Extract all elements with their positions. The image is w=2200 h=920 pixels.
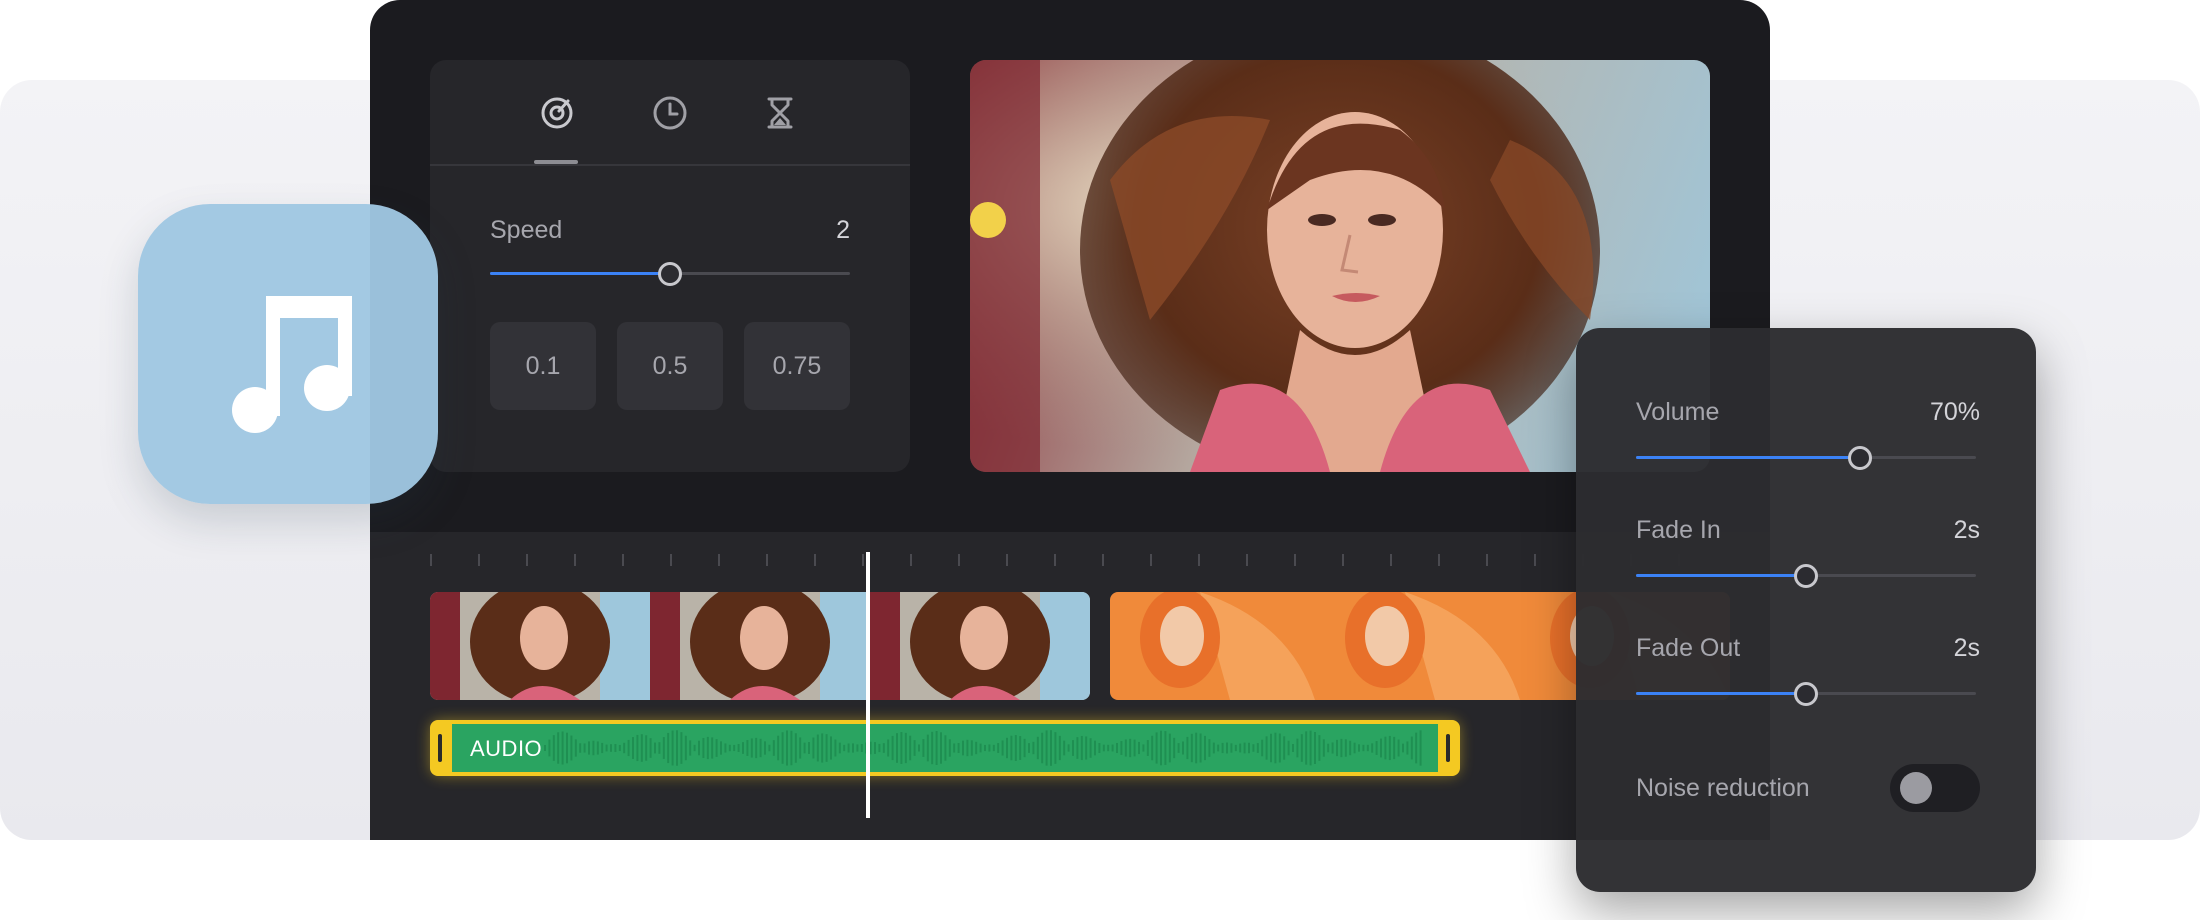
speed-label: Speed xyxy=(490,216,563,244)
audio-track[interactable]: AUDIO xyxy=(430,720,1460,776)
ruler-tick xyxy=(1438,554,1440,566)
speed-panel: Speed 2 0.1 0.5 0.75 xyxy=(430,60,910,472)
ruler-tick xyxy=(526,554,528,566)
speed-preset-button[interactable]: 0.75 xyxy=(744,322,850,410)
ruler-tick xyxy=(1102,554,1104,566)
tab-timer[interactable] xyxy=(755,88,805,138)
clock-icon xyxy=(653,96,687,130)
ruler-tick xyxy=(478,554,480,566)
clip-thumbnails xyxy=(430,592,1090,700)
video-editor-window: Speed 2 0.1 0.5 0.75 AUDIO xyxy=(370,0,1770,840)
fade-in-label: Fade In xyxy=(1636,516,1721,544)
ruler-tick xyxy=(1486,554,1488,566)
volume-slider[interactable] xyxy=(1636,446,1976,470)
timeline-ruler xyxy=(430,554,1720,566)
noise-reduction-label: Noise reduction xyxy=(1636,774,1810,802)
fade-in-slider-fill xyxy=(1636,574,1806,577)
tab-speed[interactable] xyxy=(532,88,582,138)
volume-slider-thumb[interactable] xyxy=(1848,446,1873,470)
fade-in-slider-thumb[interactable] xyxy=(1794,564,1818,588)
speed-slider[interactable] xyxy=(490,262,850,286)
ruler-tick xyxy=(1054,554,1056,566)
ruler-tick xyxy=(718,554,720,566)
speed-slider-fill xyxy=(490,272,670,275)
audio-trim-handle-right[interactable] xyxy=(1438,720,1460,776)
speed-slider-thumb[interactable] xyxy=(658,262,682,286)
audio-waveform xyxy=(544,730,1422,766)
ruler-tick xyxy=(1342,554,1344,566)
hourglass-icon xyxy=(767,97,793,129)
ruler-tick xyxy=(1150,554,1152,566)
video-clip-1[interactable] xyxy=(430,592,1090,700)
audio-trim-handle-left[interactable] xyxy=(430,720,452,776)
ruler-tick xyxy=(862,554,864,566)
ruler-tick xyxy=(910,554,912,566)
speedometer-icon xyxy=(541,97,573,129)
volume-label: Volume xyxy=(1636,398,1720,426)
music-app-tile xyxy=(138,204,438,504)
audio-settings-panel: Volume 70% Fade In 2s Fade Out 2s Noise … xyxy=(1576,328,2036,892)
playhead[interactable] xyxy=(866,552,870,818)
fade-in-value: 2s xyxy=(1953,516,1980,544)
ruler-tick xyxy=(430,554,432,566)
speed-value: 2 xyxy=(836,216,850,244)
ruler-tick xyxy=(1006,554,1008,566)
music-note-icon xyxy=(232,296,352,433)
fade-out-label: Fade Out xyxy=(1636,634,1741,662)
ruler-tick xyxy=(670,554,672,566)
fade-out-slider-thumb[interactable] xyxy=(1794,682,1818,706)
audio-track-label: AUDIO xyxy=(470,736,543,761)
volume-value: 70% xyxy=(1929,398,1980,426)
panel-tabs xyxy=(430,60,910,166)
noise-reduction-toggle[interactable] xyxy=(1890,764,1980,812)
tab-duration[interactable] xyxy=(645,88,695,138)
ruler-tick xyxy=(814,554,816,566)
fade-out-slider[interactable] xyxy=(1636,682,1976,706)
volume-slider-fill xyxy=(1636,456,1861,459)
ruler-tick xyxy=(1198,554,1200,566)
fade-in-slider[interactable] xyxy=(1636,564,1976,588)
ruler-tick xyxy=(1294,554,1296,566)
ruler-tick xyxy=(574,554,576,566)
fade-out-value: 2s xyxy=(1953,634,1980,662)
speed-preset-button[interactable]: 0.5 xyxy=(617,322,723,410)
ruler-tick xyxy=(1246,554,1248,566)
ruler-tick xyxy=(622,554,624,566)
ruler-tick xyxy=(766,554,768,566)
active-tab-indicator xyxy=(534,160,578,164)
speed-preset-button[interactable]: 0.1 xyxy=(490,322,596,410)
ruler-tick xyxy=(958,554,960,566)
fade-out-slider-fill xyxy=(1636,692,1806,695)
toggle-knob xyxy=(1900,772,1932,804)
ruler-tick xyxy=(1390,554,1392,566)
ruler-tick xyxy=(1534,554,1536,566)
